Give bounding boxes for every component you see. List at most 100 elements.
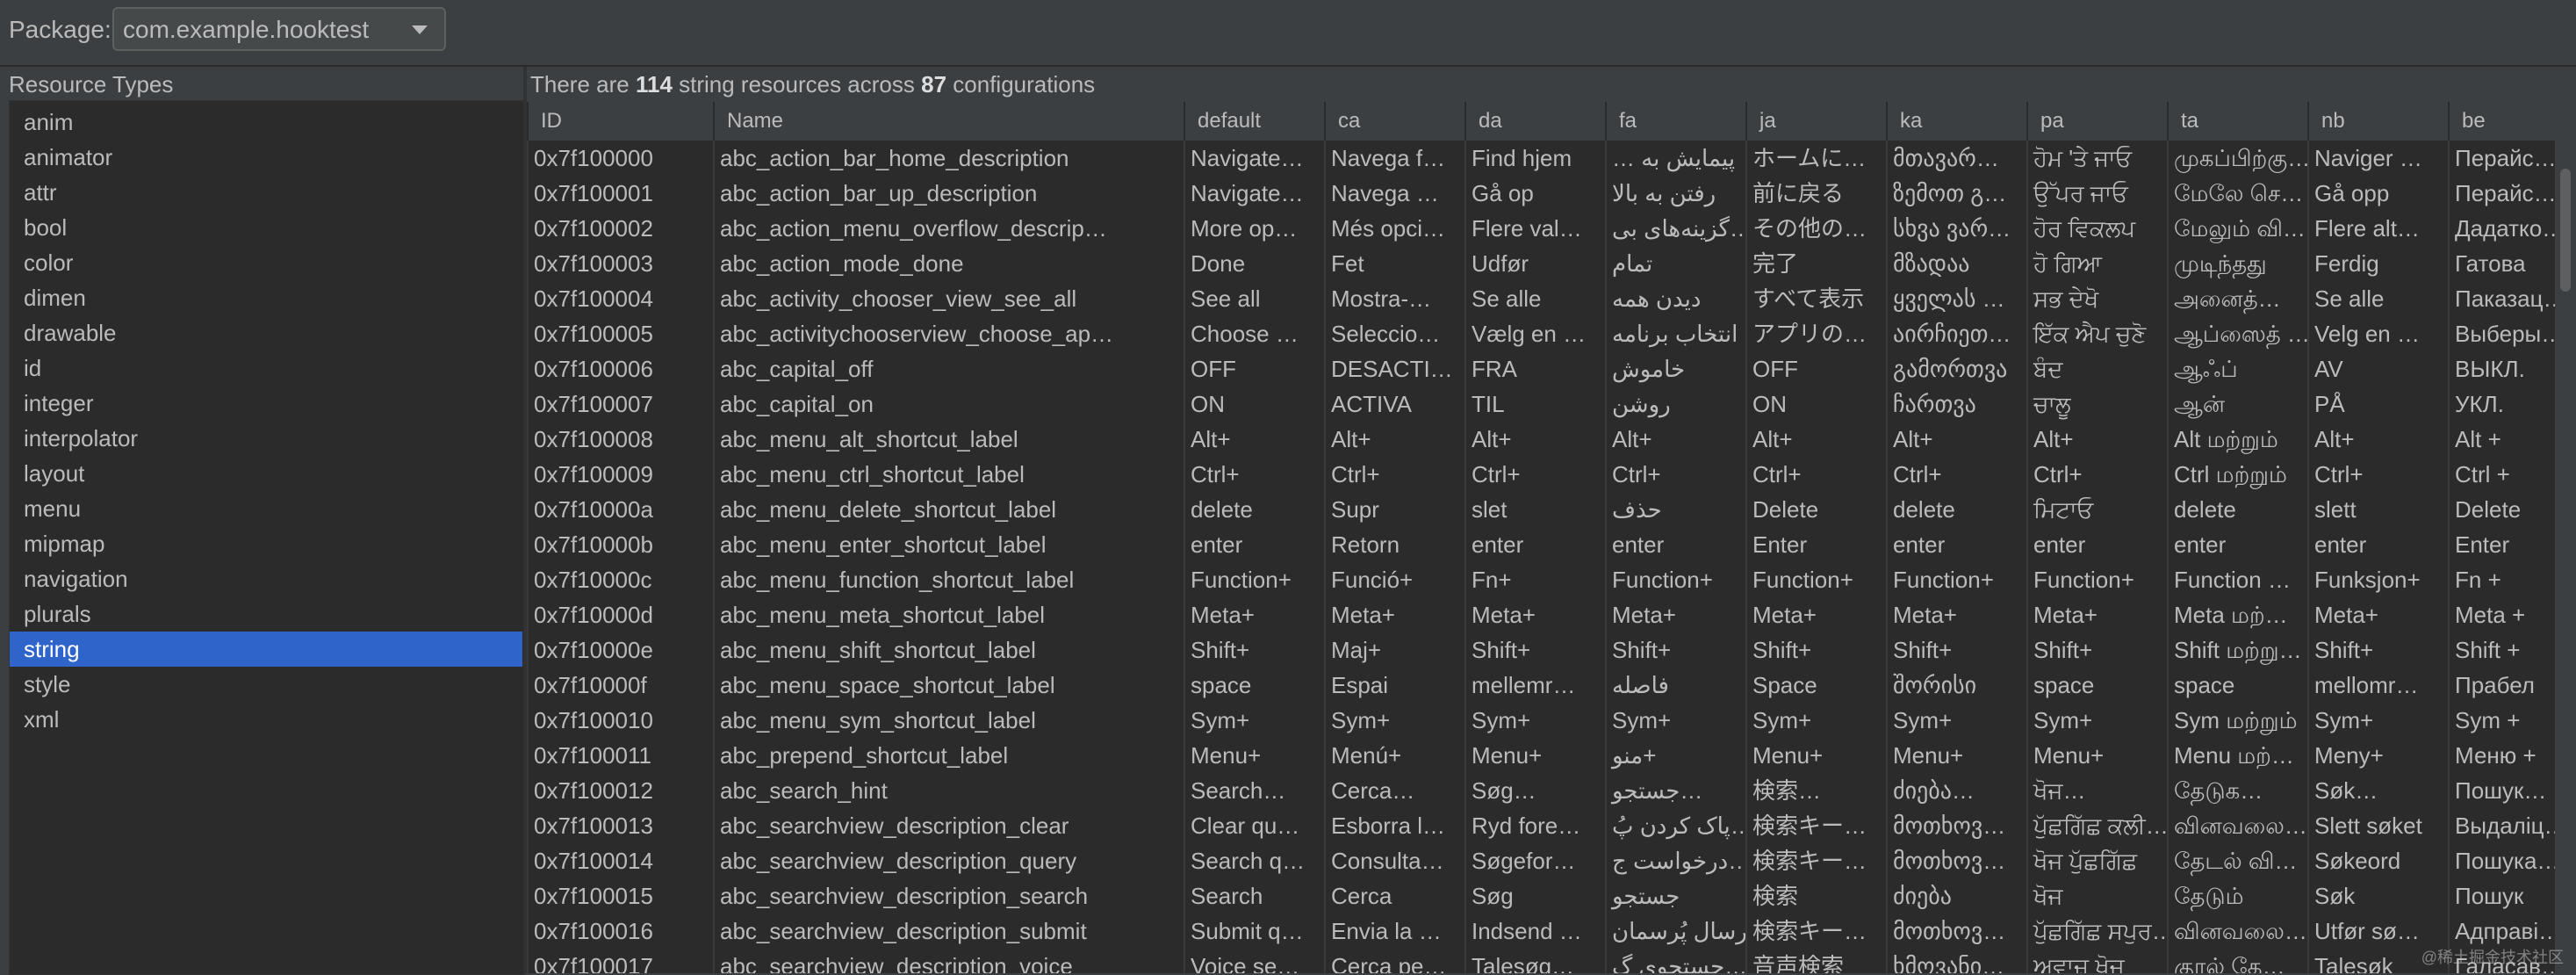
cell-pa[interactable]: space — [2026, 668, 2167, 703]
cell-ka[interactable]: შორისი — [1886, 668, 2026, 703]
cell-pa[interactable]: ਬੰਦ — [2026, 351, 2167, 386]
cell-ja[interactable]: 検索キー… — [1745, 914, 1886, 949]
table-row[interactable]: 0x7f100007 abc_capital_on ON ACTIVA TIL روشن O… — [527, 386, 2555, 422]
cell-nb[interactable]: Alt+ — [2307, 422, 2448, 457]
cell-pa[interactable]: Sym+ — [2026, 703, 2167, 738]
cell-nb[interactable]: Utfør sø… — [2307, 914, 2448, 949]
cell-nb[interactable]: Naviger … — [2307, 141, 2448, 176]
cell-name[interactable]: abc_capital_off — [713, 351, 1184, 386]
cell-be[interactable]: Shift + — [2448, 632, 2555, 668]
cell-pa[interactable]: Meta+ — [2026, 597, 2167, 632]
cell-name[interactable]: abc_menu_shift_shortcut_label — [713, 632, 1184, 668]
column-header-ja[interactable]: ja — [1745, 102, 1886, 141]
cell-be[interactable]: Sym + — [2448, 703, 2555, 738]
resource-type-item-style[interactable]: style — [10, 667, 522, 702]
cell-fa[interactable]: جستجوی گ… — [1605, 949, 1745, 973]
cell-id[interactable]: 0x7f100010 — [527, 703, 713, 738]
cell-da[interactable]: Meta+ — [1464, 597, 1605, 632]
cell-be[interactable]: Выдаліц… — [2448, 808, 2555, 843]
cell-ca[interactable]: Consulta… — [1324, 843, 1464, 878]
table-row[interactable]: 0x7f100012 abc_search_hint Search… Cerca… Sø… — [527, 773, 2555, 809]
cell-ta[interactable]: Alt மற்றும் — [2167, 422, 2307, 457]
cell-pa[interactable]: Function+ — [2026, 562, 2167, 597]
cell-default[interactable]: ON — [1184, 386, 1324, 422]
cell-fa[interactable]: درخواست ج… — [1605, 843, 1745, 878]
cell-be[interactable]: ВЫКЛ. — [2448, 351, 2555, 386]
cell-ja[interactable]: Alt+ — [1745, 422, 1886, 457]
cell-ca[interactable]: Retorn — [1324, 527, 1464, 562]
cell-fa[interactable]: Sym+ — [1605, 703, 1745, 738]
cell-id[interactable]: 0x7f10000a — [527, 492, 713, 527]
cell-da[interactable]: Søgefor… — [1464, 843, 1605, 878]
cell-da[interactable]: mellemr… — [1464, 668, 1605, 703]
cell-pa[interactable]: ਹੋਰ ਵਿਕਲਪ — [2026, 211, 2167, 246]
cell-da[interactable]: Søg… — [1464, 773, 1605, 808]
column-header-ka[interactable]: ka — [1886, 102, 2026, 141]
cell-ja[interactable]: 完了 — [1745, 246, 1886, 281]
cell-ca[interactable]: Cerca — [1324, 878, 1464, 914]
cell-id[interactable]: 0x7f100013 — [527, 808, 713, 843]
cell-be[interactable]: Паказац… — [2448, 281, 2555, 316]
table-row[interactable]: 0x7f10000d abc_menu_meta_shortcut_label Me… — [527, 597, 2555, 633]
cell-ja[interactable]: 音声検索 — [1745, 949, 1886, 973]
cell-da[interactable]: Alt+ — [1464, 422, 1605, 457]
cell-ta[interactable]: தேடல் வி… — [2167, 843, 2307, 878]
cell-ka[interactable]: აირჩიეთ… — [1886, 316, 2026, 351]
cell-name[interactable]: abc_activitychooserview_choose_ap… — [713, 316, 1184, 351]
cell-da[interactable]: Sym+ — [1464, 703, 1605, 738]
resource-type-item-menu[interactable]: menu — [10, 491, 522, 526]
cell-default[interactable]: delete — [1184, 492, 1324, 527]
cell-ca[interactable]: Alt+ — [1324, 422, 1464, 457]
table-row[interactable]: 0x7f100015 abc_searchview_description_sea… — [527, 878, 2555, 914]
cell-be[interactable]: Перайс… — [2448, 176, 2555, 211]
cell-fa[interactable]: جستجو… — [1605, 773, 1745, 808]
cell-ca[interactable]: DESACTI… — [1324, 351, 1464, 386]
package-dropdown[interactable]: com.example.hooktest — [112, 7, 446, 51]
cell-id[interactable]: 0x7f10000c — [527, 562, 713, 597]
cell-ca[interactable]: ACTIVA — [1324, 386, 1464, 422]
column-header-pa[interactable]: pa — [2026, 102, 2167, 141]
cell-ka[interactable]: ყველას … — [1886, 281, 2026, 316]
cell-nb[interactable]: enter — [2307, 527, 2448, 562]
resource-type-item-bool[interactable]: bool — [10, 210, 522, 245]
table-row[interactable]: 0x7f100000 abc_action_bar_home_descriptio… — [527, 141, 2555, 177]
cell-ca[interactable]: Meta+ — [1324, 597, 1464, 632]
cell-da[interactable]: Ctrl+ — [1464, 457, 1605, 492]
resource-type-item-animator[interactable]: animator — [10, 140, 522, 175]
cell-name[interactable]: abc_action_bar_home_description — [713, 141, 1184, 176]
cell-ka[interactable]: delete — [1886, 492, 2026, 527]
cell-ja[interactable]: Shift+ — [1745, 632, 1886, 668]
cell-name[interactable]: abc_menu_space_shortcut_label — [713, 668, 1184, 703]
cell-fa[interactable]: جستجو — [1605, 878, 1745, 914]
cell-ca[interactable]: Més opci… — [1324, 211, 1464, 246]
cell-ca[interactable]: Sym+ — [1324, 703, 1464, 738]
cell-ja[interactable]: OFF — [1745, 351, 1886, 386]
column-header-ta[interactable]: ta — [2167, 102, 2307, 141]
cell-id[interactable]: 0x7f100017 — [527, 949, 713, 973]
cell-be[interactable]: Ctrl + — [2448, 457, 2555, 492]
cell-fa[interactable]: ارسال پُرسمان — [1605, 914, 1745, 949]
cell-pa[interactable]: ਚਾਲੂ — [2026, 386, 2167, 422]
cell-ta[interactable]: தேடும் — [2167, 878, 2307, 914]
cell-name[interactable]: abc_searchview_description_submit — [713, 914, 1184, 949]
cell-ca[interactable]: Esborra l… — [1324, 808, 1464, 843]
cell-ka[interactable]: Shift+ — [1886, 632, 2026, 668]
cell-fa[interactable]: … پیمایش به — [1605, 141, 1745, 176]
cell-be[interactable]: Выберы… — [2448, 316, 2555, 351]
cell-name[interactable]: abc_menu_alt_shortcut_label — [713, 422, 1184, 457]
cell-fa[interactable]: Ctrl+ — [1605, 457, 1745, 492]
cell-ja[interactable]: 前に戻る — [1745, 176, 1886, 211]
cell-ka[interactable]: მოთხოვ… — [1886, 843, 2026, 878]
table-row[interactable]: 0x7f100013 abc_searchview_description_cle… — [527, 808, 2555, 844]
cell-ta[interactable]: ஆஃப் — [2167, 351, 2307, 386]
cell-ja[interactable]: Delete — [1745, 492, 1886, 527]
cell-ja[interactable]: すべて表示 — [1745, 281, 1886, 316]
cell-nb[interactable]: Meny+ — [2307, 738, 2448, 773]
cell-default[interactable]: Shift+ — [1184, 632, 1324, 668]
cell-nb[interactable]: Velg en … — [2307, 316, 2448, 351]
resource-type-item-navigation[interactable]: navigation — [10, 561, 522, 596]
resource-type-item-dimen[interactable]: dimen — [10, 280, 522, 315]
table-row[interactable]: 0x7f10000a abc_menu_delete_shortcut_label… — [527, 492, 2555, 528]
cell-name[interactable]: abc_action_mode_done — [713, 246, 1184, 281]
cell-id[interactable]: 0x7f100001 — [527, 176, 713, 211]
